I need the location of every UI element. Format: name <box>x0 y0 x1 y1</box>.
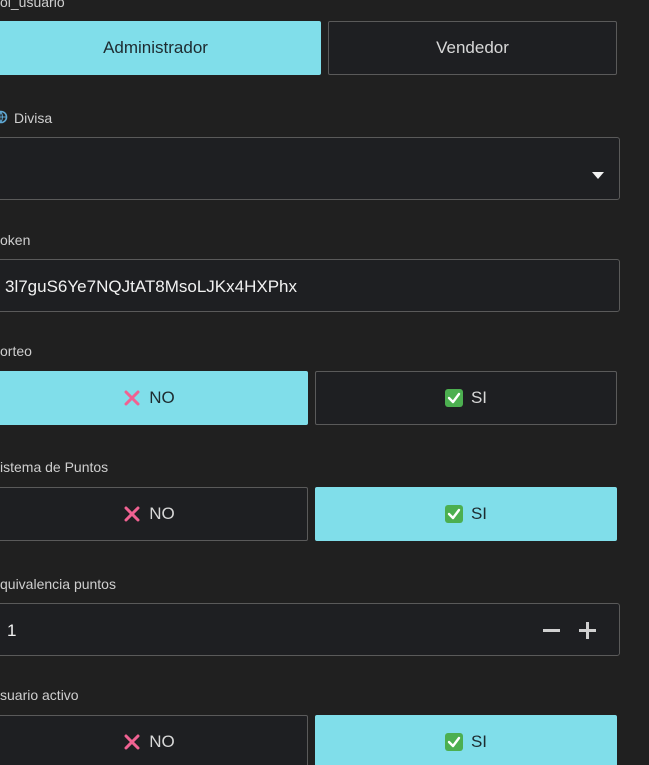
usuario-activo-no-label: NO <box>149 732 175 751</box>
rol-administrador-button[interactable]: Administrador <box>0 21 321 75</box>
dropdown-caret-icon[interactable] <box>592 166 604 184</box>
usuario-activo-label: suario activo <box>0 687 79 703</box>
sorteo-no-button[interactable]: NO <box>0 371 308 425</box>
divisa-select[interactable] <box>0 137 620 200</box>
cross-icon <box>124 390 140 406</box>
checkbox-icon <box>444 733 463 751</box>
usuario-activo-si-label: SI <box>470 732 488 751</box>
plus-icon[interactable] <box>578 621 597 645</box>
sistema-puntos-si-button[interactable]: SI <box>315 487 617 541</box>
equivalencia-puntos-value: 1 <box>7 621 17 640</box>
token-value: 3l7guS6Ye7NQJtAT8MsoLJKx4HXPhx <box>5 277 297 296</box>
sorteo-si-button[interactable]: SI <box>315 371 617 425</box>
usuario-activo-si-button[interactable]: SI <box>315 715 617 765</box>
rol-usuario-label: ol_usuario <box>0 0 65 10</box>
divisa-label: Divisa <box>14 110 53 126</box>
equivalencia-puntos-label: quivalencia puntos <box>0 576 116 592</box>
globe-icon <box>0 110 8 124</box>
sistema-puntos-no-label: NO <box>149 504 175 523</box>
sorteo-no-label: NO <box>149 388 175 407</box>
user-form-panel: ol_usuario Administrador Vendedor Divisa… <box>0 0 649 765</box>
rol-vendedor-button[interactable]: Vendedor <box>328 21 617 75</box>
sistema-puntos-si-label: SI <box>470 504 488 523</box>
sorteo-si-label: SI <box>470 388 488 407</box>
sistema-puntos-label: istema de Puntos <box>0 459 109 475</box>
sorteo-label: orteo <box>0 343 32 359</box>
sistema-puntos-no-button[interactable]: NO <box>0 487 308 541</box>
checkbox-icon <box>444 505 463 523</box>
cross-icon <box>124 734 140 750</box>
rol-vendedor-label: Vendedor <box>436 38 509 57</box>
rol-administrador-label: Administrador <box>103 38 208 57</box>
checkbox-icon <box>444 389 463 407</box>
token-label: oken <box>0 232 31 248</box>
cross-icon <box>124 506 140 522</box>
usuario-activo-no-button[interactable]: NO <box>0 715 308 765</box>
token-input[interactable]: 3l7guS6Ye7NQJtAT8MsoLJKx4HXPhx <box>0 259 620 312</box>
minus-icon[interactable] <box>542 621 561 645</box>
equivalencia-puntos-stepper[interactable]: 1 <box>0 603 620 656</box>
